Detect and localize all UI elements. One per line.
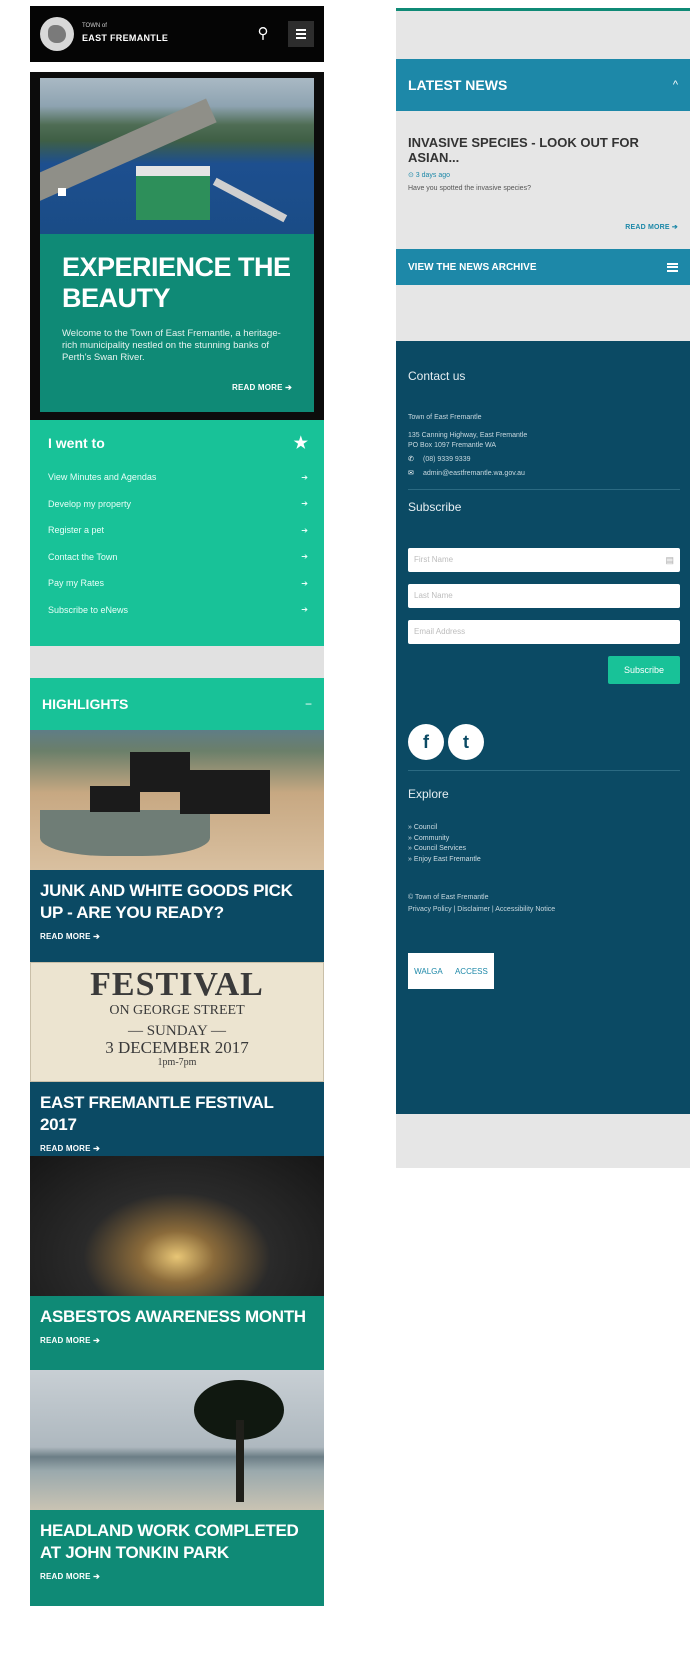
news-item-excerpt: Have you spotted the invasive species? — [408, 185, 531, 192]
slider-indicator[interactable] — [58, 188, 66, 196]
explore-link[interactable]: » Community — [408, 834, 680, 845]
divider — [408, 770, 680, 771]
explore-link[interactable]: » Council Services — [408, 844, 680, 855]
hero-title: EXPERIENCE THE BEAUTY — [62, 252, 291, 313]
contact-phone[interactable]: ✆ (08) 9339 9339 — [408, 455, 680, 465]
walga-badge: WALGA — [414, 966, 443, 976]
social-links: f t — [408, 724, 680, 760]
hero-read-more-link[interactable]: READ MORE ➔ — [232, 383, 292, 392]
hero-text: Welcome to the Town of East Fremantle, a… — [62, 328, 281, 363]
explore-link[interactable]: » Enjoy East Fremantle — [408, 855, 680, 866]
explore-link[interactable]: » Council — [408, 823, 680, 834]
highlights-title: HIGHLIGHTS — [42, 696, 129, 712]
i-went-to-title: I went to — [48, 435, 105, 451]
highlights-header[interactable]: HIGHLIGHTS − — [30, 678, 324, 730]
subscribe-button[interactable]: Subscribe — [608, 656, 680, 684]
star-icon[interactable]: ★ — [294, 433, 308, 453]
highlight-read-more-link[interactable]: READ MORE ➔ — [40, 1336, 312, 1345]
news-read-more-link[interactable]: READ MORE ➔ — [625, 223, 678, 231]
arrow-right-icon: ➔ — [301, 552, 308, 562]
highlight-image-park[interactable] — [30, 1370, 324, 1510]
arrow-right-icon: ➔ — [301, 472, 308, 482]
hero-panel: EXPERIENCE THE BEAUTY Welcome to the Tow… — [40, 234, 314, 412]
highlight-read-more-link[interactable]: READ MORE ➔ — [40, 932, 312, 941]
contact-email[interactable]: ✉ admin@eastfremantle.wa.gov.au — [408, 469, 680, 479]
search-icon[interactable]: ⚲ — [252, 23, 274, 45]
phone-icon: ✆ — [408, 456, 414, 463]
logo-name-text: EAST FREMANTLE — [82, 33, 169, 43]
highlight-caption: JUNK AND WHITE GOODS PICK UP - ARE YOU R… — [30, 870, 324, 962]
subscribe-heading: Subscribe — [408, 500, 462, 514]
legal-links[interactable]: Privacy Policy | Disclaimer | Accessibil… — [408, 905, 680, 915]
town-logo-icon[interactable] — [40, 17, 74, 51]
twitter-icon[interactable]: t — [448, 724, 484, 760]
divider — [408, 489, 680, 490]
quick-link-item[interactable]: Contact the Town ➔ — [48, 544, 308, 571]
collapse-icon[interactable]: ^ — [673, 79, 678, 91]
i-went-to-heading: I went to ★ — [48, 432, 308, 454]
arrow-right-icon: ➔ — [301, 578, 308, 588]
section-spacer — [396, 11, 690, 59]
latest-news-header[interactable]: LATEST NEWS ^ — [396, 59, 690, 111]
highlight-image-festival[interactable]: FESTIVAL ON GEORGE STREET — SUNDAY — 3 D… — [30, 962, 324, 1082]
quick-link-item[interactable]: View Minutes and Agendas ➔ — [48, 464, 308, 491]
site-footer: Contact us Town of East Fremantle 135 Ca… — [396, 341, 690, 1114]
menu-icon[interactable] — [288, 21, 314, 47]
highlight-caption: EAST FREMANTLE FESTIVAL 2017 READ MORE ➔ — [30, 1082, 324, 1156]
quick-link-item[interactable]: Register a pet ➔ — [48, 517, 308, 544]
last-name-field[interactable]: Last Name — [408, 584, 680, 608]
explore-list: » Council » Community » Council Services… — [408, 823, 680, 865]
contact-org: Town of East Fremantle — [408, 414, 482, 421]
contact-address-line: 135 Canning Highway, East Fremantle — [408, 432, 528, 439]
highlight-title[interactable]: ASBESTOS AWARENESS MONTH — [40, 1306, 312, 1328]
hero-section: EXPERIENCE THE BEAUTY Welcome to the Tow… — [30, 72, 324, 420]
quick-link-item[interactable]: Subscribe to eNews ➔ — [48, 597, 308, 624]
i-went-to-panel: I went to ★ View Minutes and Agendas ➔ De… — [30, 420, 324, 646]
arrow-right-icon: ➔ — [301, 525, 308, 535]
logo-small-text: TOWN of — [82, 23, 107, 29]
i-went-to-list: View Minutes and Agendas ➔ Develop my pro… — [48, 464, 308, 623]
quick-link-item[interactable]: Pay my Rates ➔ — [48, 570, 308, 597]
highlight-read-more-link[interactable]: READ MORE ➔ — [40, 1144, 312, 1153]
section-spacer — [396, 285, 690, 341]
highlight-image-junk[interactable] — [30, 730, 324, 870]
explore-heading: Explore — [408, 787, 449, 801]
highlight-caption: HEADLAND WORK COMPLETED AT JOHN TONKIN P… — [30, 1510, 324, 1606]
news-item-title[interactable]: INVASIVE SPECIES - LOOK OUT FOR ASIAN... — [408, 135, 678, 165]
latest-news-title: LATEST NEWS — [408, 77, 508, 93]
mobile-page-left: TOWN of EAST FREMANTLE ⚲ EXPERIENCE THE … — [30, 6, 324, 1660]
collapse-icon[interactable]: − — [305, 697, 312, 711]
contact-heading: Contact us — [408, 369, 466, 383]
highlight-read-more-link[interactable]: READ MORE ➔ — [40, 1572, 312, 1581]
copyright-text: © Town of East Fremantle — [408, 894, 489, 901]
site-header: TOWN of EAST FREMANTLE ⚲ — [30, 6, 324, 62]
partner-badges[interactable]: WALGA ACCESS — [408, 953, 494, 989]
hero-image — [40, 78, 314, 234]
site-logo-text[interactable]: TOWN of EAST FREMANTLE — [82, 23, 168, 45]
id-card-icon: ▤ — [665, 555, 674, 565]
news-archive-label: VIEW THE NEWS ARCHIVE — [408, 261, 537, 273]
email-field[interactable]: Email Address — [408, 620, 680, 644]
highlight-caption: ASBESTOS AWARENESS MONTH READ MORE ➔ — [30, 1296, 324, 1370]
facebook-icon[interactable]: f — [408, 724, 444, 760]
section-spacer — [30, 646, 324, 678]
mail-icon: ✉ — [408, 470, 414, 477]
highlight-title[interactable]: HEADLAND WORK COMPLETED AT JOHN TONKIN P… — [40, 1520, 312, 1564]
quick-link-item[interactable]: Develop my property ➔ — [48, 491, 308, 518]
list-icon — [667, 262, 678, 272]
news-archive-button[interactable]: VIEW THE NEWS ARCHIVE — [396, 249, 690, 285]
mobile-page-right: LATEST NEWS ^ INVASIVE SPECIES - LOOK OU… — [396, 8, 690, 1168]
highlight-title[interactable]: EAST FREMANTLE FESTIVAL 2017 — [40, 1092, 312, 1136]
arrow-right-icon: ➔ — [301, 605, 308, 615]
highlight-image-asbestos[interactable] — [30, 1156, 324, 1296]
first-name-field[interactable]: First Name ▤ — [408, 548, 680, 572]
arrow-right-icon: ➔ — [301, 499, 308, 509]
news-item: INVASIVE SPECIES - LOOK OUT FOR ASIAN...… — [396, 111, 690, 249]
access-badge: ACCESS — [454, 966, 488, 976]
contact-address-line: PO Box 1097 Fremantle WA — [408, 442, 497, 449]
news-item-time: ⊙ 3 days ago — [408, 172, 451, 179]
highlight-title[interactable]: JUNK AND WHITE GOODS PICK UP - ARE YOU R… — [40, 880, 312, 924]
